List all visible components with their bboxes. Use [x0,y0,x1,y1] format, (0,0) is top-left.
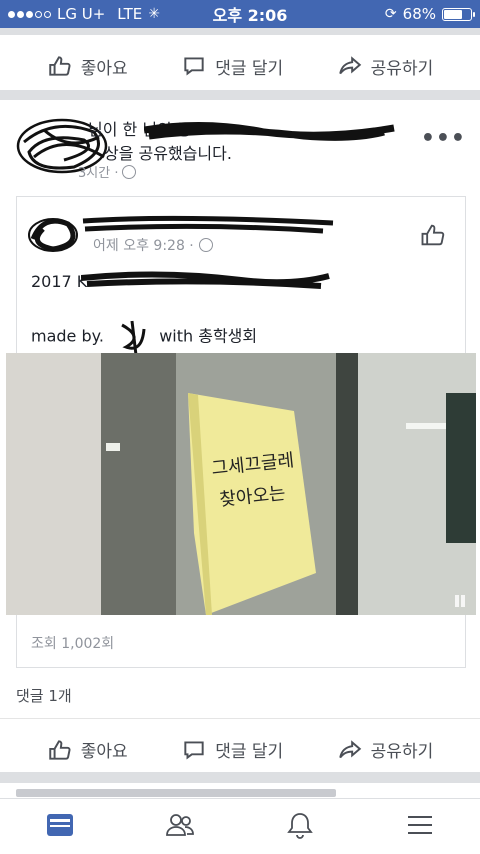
post-header-text: 님이 한 님의 동 상을 공유했습니다. [84,118,444,166]
shared-post-header: 어제 오후 9:28 · [17,197,465,257]
thumbs-up-icon [49,739,71,760]
network-label: LTE [117,5,143,23]
share-label: 공유하기 [370,58,434,79]
carrier-label: LG U+ [57,5,106,23]
hamburger-menu-icon [408,815,432,834]
tab-friends[interactable] [164,809,196,845]
signal-icon [8,10,51,18]
share-button[interactable]: 공유하기 [337,53,434,79]
status-left: LG U+ LTE ✳ [8,5,178,23]
post-header: 님이 한 님의 동 상을 공유했습니다. 3시간 · ••• [14,110,466,185]
share-arrow-icon [338,739,361,758]
divider [0,772,480,783]
tab-notifications[interactable] [284,809,316,845]
comment-button[interactable]: 댓글 달기 [181,53,283,79]
comment-button[interactable]: 댓글 달기 [181,737,283,763]
shared-post-time: 어제 오후 9:28 · [93,238,194,254]
post-meta: 3시간 · [78,162,137,181]
share-label: 공유하기 [370,742,434,762]
divider [0,90,480,100]
shared-post-line2: made by. with 총학생회 [31,317,257,357]
news-feed-icon [47,813,73,836]
share-arrow-icon [338,56,361,75]
like-button[interactable]: 좋아요 [47,53,128,79]
battery-percent: 68% [402,5,436,23]
more-options-icon[interactable]: ••• [421,126,466,151]
loading-icon: ✳ [148,6,160,22]
status-right: ⟳ 68% [322,5,475,23]
globe-icon [122,164,137,179]
post-action-bar: 좋아요 댓글 달기 공유하기 [0,718,480,780]
status-bar: LG U+ LTE ✳ 오후 2:06 ⟳ 68% [0,0,480,28]
video-player[interactable]: 그세끄글레 찾아오는 [6,353,476,615]
post-time: 3시간 · [78,166,119,181]
post-header-line1: 님이 한 님의 동 [84,118,444,142]
video-frame: 그세끄글레 찾아오는 [6,353,476,615]
with-council-text: with 총학생회 [159,326,258,346]
redaction-scribble [144,121,395,141]
redaction-scribble [81,271,330,289]
thumbs-up-icon [49,56,71,76]
tab-menu[interactable] [404,809,436,845]
feed-post: 님이 한 님의 동 상을 공유했습니다. 3시간 · ••• 어제 오후 9:2… [0,100,480,772]
friends-icon [166,813,194,836]
shared-line1-text: 2017 K [31,272,88,291]
view-count: 조회 1,002회 [31,636,115,652]
shared-post-meta: 어제 오후 9:28 · [93,235,213,255]
speech-bubble-icon [184,57,204,76]
shared-post-card[interactable]: 어제 오후 9:28 · 2017 K made by. with 총학생회 그… [6,196,476,668]
divider [0,28,480,35]
speech-bubble-icon [184,740,204,760]
like-page-icon[interactable] [419,221,447,249]
previous-post-action-bar: 좋아요 댓글 달기 공유하기 [0,35,480,97]
battery-icon [442,7,475,21]
like-label: 좋아요 [80,58,128,79]
next-post-peek [0,783,480,798]
shared-post-line1: 2017 K [31,271,330,291]
bottom-tab-bar [0,798,480,854]
status-time: 오후 2:06 [212,6,288,25]
made-by-text: made by. [31,326,109,346]
like-button[interactable]: 좋아요 [47,737,128,763]
comment-count[interactable]: 댓글 1개 [16,685,72,706]
globe-icon [198,238,213,252]
rotation-lock-icon: ⟳ [384,6,397,22]
bell-icon [287,812,313,839]
comment-label: 댓글 달기 [215,58,284,79]
header-line2-text: 상을 공유했습니다. [104,144,232,163]
post-header-line2: 상을 공유했습니다. [84,142,444,166]
share-button[interactable]: 공유하기 [337,737,434,763]
comment-label: 댓글 달기 [215,742,284,762]
tab-news-feed[interactable] [44,809,76,845]
redaction-scribble [121,320,146,356]
like-label: 좋아요 [80,742,128,762]
